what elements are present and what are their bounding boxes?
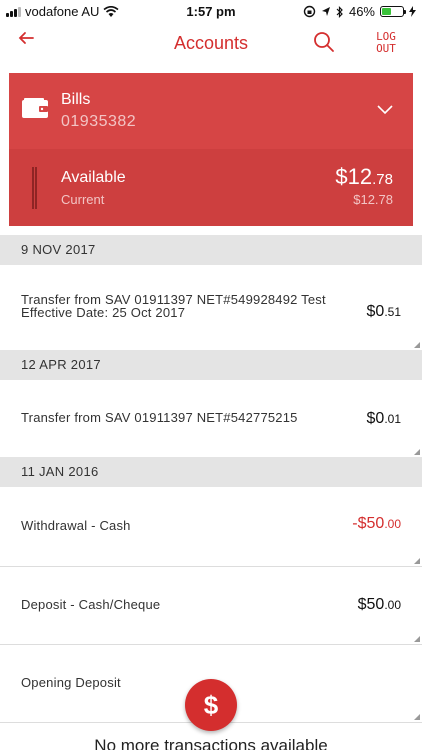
row-corner-icon [414,636,420,642]
account-name: Bills [61,91,91,108]
no-more-transactions-label: No more transactions available [94,736,328,750]
logout-line-2: OUT [376,42,396,55]
wallet-icon [22,98,48,118]
bluetooth-icon [336,5,343,18]
page-title: Accounts [173,33,249,53]
transaction-cents: .00 [384,517,401,531]
transaction-description: Transfer from SAV 01911397 NET#549928492… [21,293,326,319]
transaction-cents: .01 [384,412,401,426]
lock-rotation-icon [303,5,316,18]
transaction-row[interactable]: Deposit - Cash/Cheque $50.00 [0,567,422,645]
transaction-amount: $0.51 [367,303,401,321]
date-header: 12 APR 2017 [0,350,422,380]
available-cents: .78 [372,171,393,188]
account-card: Bills 01935382 Available Current $12.78 … [9,73,413,226]
transaction-row[interactable]: Transfer from SAV 01911397 NET#542775215… [0,380,422,458]
transaction-cents: .51 [384,305,401,319]
available-balance: $12.78 [335,164,393,190]
location-arrow-icon [321,7,330,16]
transaction-description: Transfer from SAV 01911397 NET#542775215 [21,410,298,425]
transaction-description: Opening Deposit [21,675,121,690]
date-header: 9 NOV 2017 [0,235,422,265]
date-header: 11 JAN 2016 [0,457,422,487]
transaction-row[interactable]: Withdrawal - Cash -$50.00 [0,487,422,567]
available-label: Available [61,169,126,186]
row-corner-icon [414,342,420,348]
transaction-description: Withdrawal - Cash [21,518,131,533]
status-bar: vodafone AU 1:57 pm 46% [0,0,422,22]
transaction-description: Deposit - Cash/Cheque [21,597,161,612]
transaction-row[interactable]: Transfer from SAV 01911397 NET#549928492… [0,265,422,351]
battery-percent: 46% [348,4,375,19]
account-number: 01935382 [61,113,137,130]
dollar-icon: $ [203,690,219,720]
row-corner-icon [414,558,420,564]
logout-button[interactable]: LOG OUT [372,31,400,55]
transfer-fab-button[interactable]: $ [185,679,237,731]
transaction-dollars: $50 [357,596,385,613]
transaction-amount: $0.01 [367,410,401,428]
transaction-dollars: $0 [366,410,385,427]
row-corner-icon [414,714,420,720]
row-corner-icon [414,449,420,455]
transaction-cents: .00 [384,598,401,612]
transaction-amount: $50.00 [358,596,401,614]
balance-divider [32,167,37,209]
account-selector[interactable]: Bills 01935382 [9,73,413,149]
transaction-dollars: -$50 [352,515,385,532]
current-label: Current [61,192,105,207]
transaction-dollars: $0 [366,303,385,320]
transaction-description-line-2: Effective Date: 25 Oct 2017 [21,305,186,320]
search-button[interactable] [313,31,337,55]
battery-icon [380,6,406,17]
transaction-amount: -$50.00 [352,515,401,533]
available-dollars: $12 [335,164,373,189]
current-balance: $12.78 [353,192,393,207]
chevron-down-icon [377,105,393,115]
search-icon [314,32,334,52]
nav-bar: Accounts LOG OUT [0,22,422,66]
charging-bolt-icon [409,6,416,17]
balance-section: Available Current $12.78 $12.78 [9,149,413,226]
